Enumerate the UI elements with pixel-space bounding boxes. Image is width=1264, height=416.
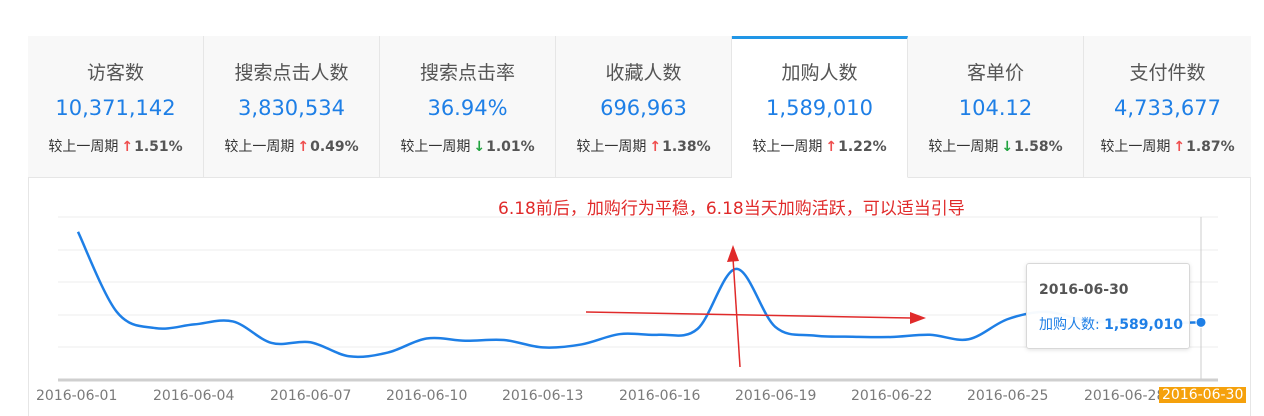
x-tick-label: 2016-06-25 [967,388,1049,404]
tooltip-series-label: 加购人数: [1039,317,1100,333]
x-tick-label: 2016-06-22 [851,388,933,404]
x-tick-label: 2016-06-04 [153,388,235,404]
x-tick-label: 2016-06-13 [502,388,584,404]
chart-tooltip: 2016-06-30 加购人数: 1,589,010 [1026,263,1190,349]
x-tick-label: 2016-06-16 [619,388,701,404]
annotation-arrowhead-up [727,245,739,262]
annotation-vertical-arrow [732,257,741,368]
x-tick-label: 2016-06-10 [386,388,468,404]
tooltip-value: 1,589,010 [1104,317,1183,333]
data-point-2016-06-30 [1195,316,1207,328]
x-tick-label: 2016-06-01 [36,388,118,404]
tooltip-date: 2016-06-30 [1039,282,1129,298]
tooltip-row: 加购人数: 1,589,010 [1039,314,1183,334]
x-tick-label: 2016-06-19 [735,388,817,404]
x-tick-label: 2016-06-07 [270,388,352,404]
x-tick-label: 2016-06-30 [1159,387,1247,403]
annotation-arrowhead-right [910,312,926,324]
x-tick-label: 2016-06-28 [1084,388,1166,404]
